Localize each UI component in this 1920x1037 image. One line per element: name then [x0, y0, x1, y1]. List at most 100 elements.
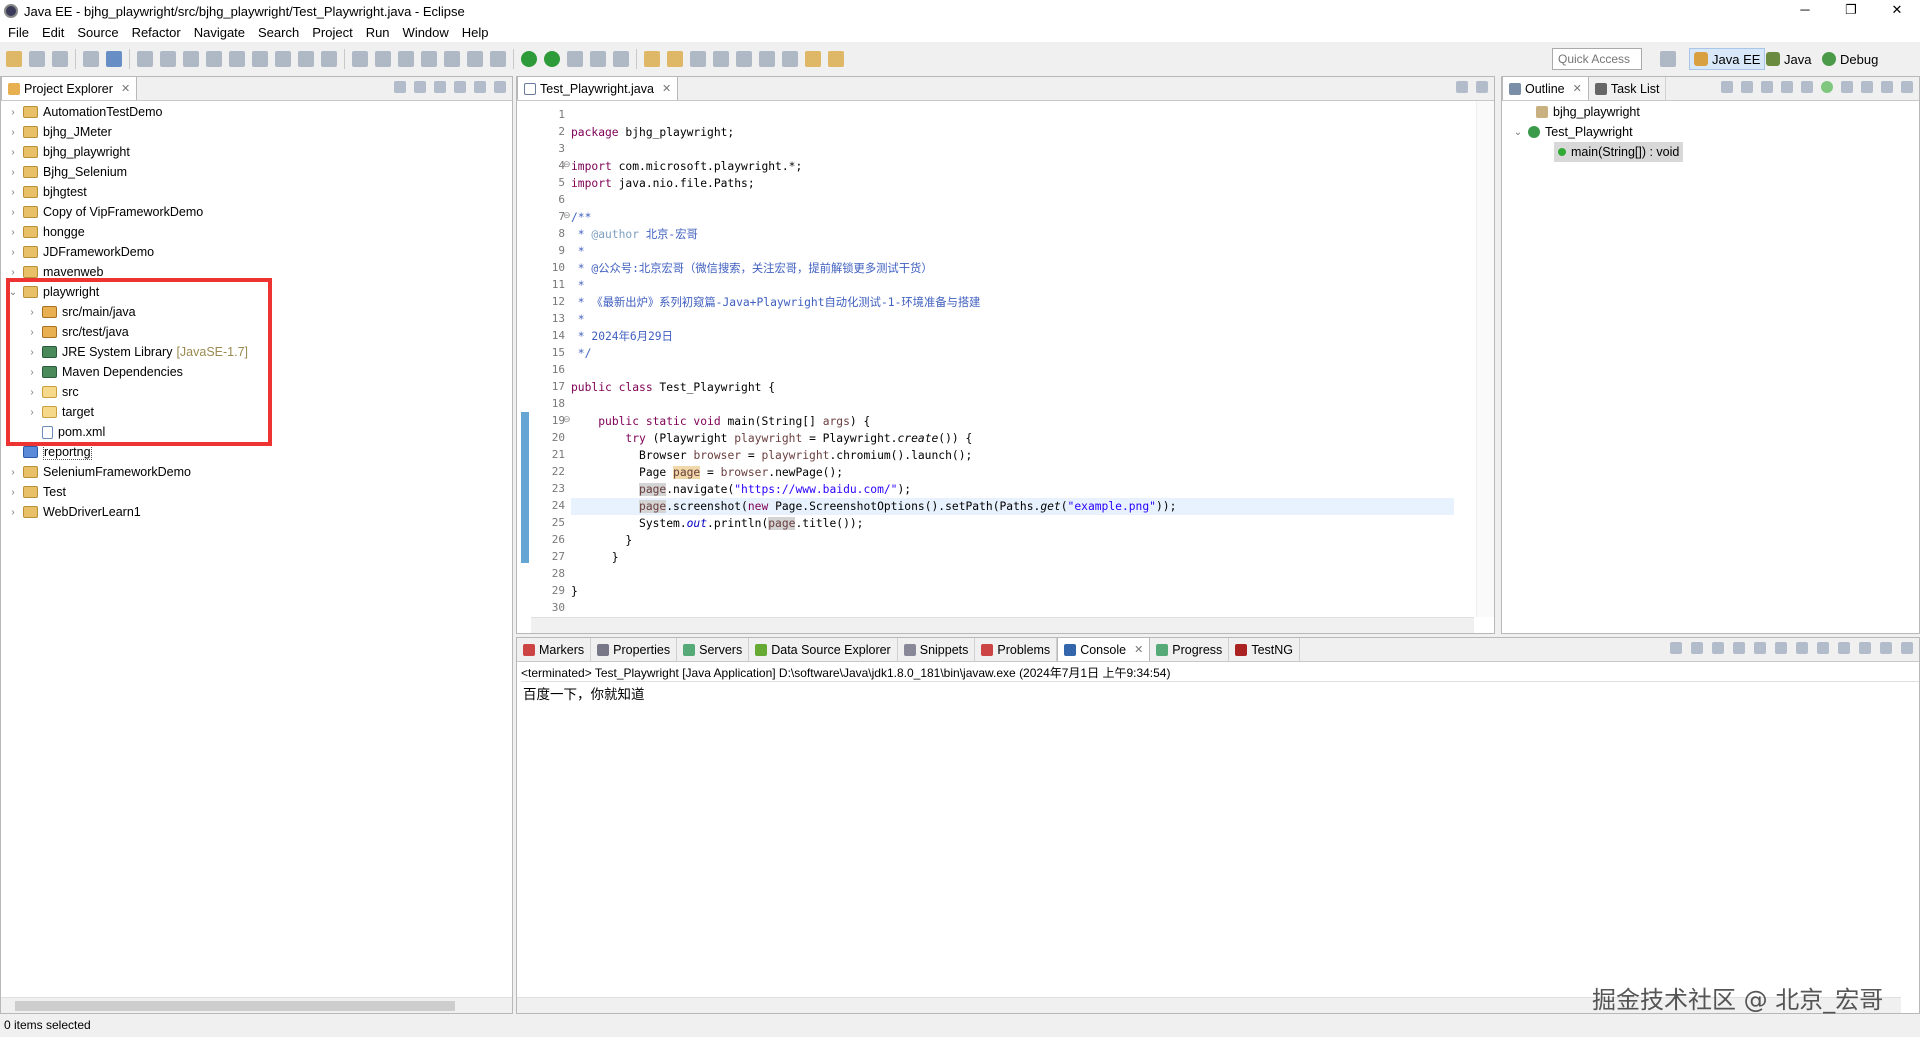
globe-icon[interactable] — [713, 51, 729, 67]
scrollbar-thumb[interactable] — [15, 1001, 455, 1011]
code-line[interactable]: * 《最新出炉》系列初窥篇-Java+Playwright自动化测试-1-环境准… — [571, 294, 981, 311]
pencil-icon[interactable] — [421, 51, 437, 67]
code-line[interactable]: public class Test_Playwright { — [571, 379, 775, 396]
new-class-icon[interactable] — [613, 51, 629, 67]
word-wrap-icon[interactable] — [1754, 642, 1766, 654]
code-line[interactable]: } — [571, 549, 619, 566]
fold-collapse-icon[interactable]: ⊖ — [563, 414, 571, 425]
code-line[interactable]: /** — [571, 209, 591, 226]
chevron-right-icon[interactable]: › — [7, 227, 19, 238]
terminate-icon[interactable] — [1670, 642, 1682, 654]
collapse-all-icon[interactable] — [394, 81, 406, 93]
chevron-right-icon[interactable]: › — [7, 247, 19, 258]
console-output[interactable]: 百度一下，你就知道 — [523, 683, 645, 703]
chevron-right-icon[interactable]: › — [7, 187, 19, 198]
tab-outline[interactable]: Outline ✕ — [1502, 76, 1589, 100]
open-perspective-icon[interactable] — [1657, 48, 1679, 70]
minimize-view-icon[interactable] — [1456, 81, 1468, 93]
sort-icon[interactable] — [1761, 81, 1773, 93]
menu-source[interactable]: Source — [77, 25, 118, 40]
forward-icon[interactable] — [828, 51, 844, 67]
code-line[interactable]: * — [571, 243, 585, 260]
drop-frame-icon[interactable] — [321, 51, 337, 67]
menu-refactor[interactable]: Refactor — [132, 25, 181, 40]
maximize-view-icon[interactable] — [1901, 642, 1913, 654]
tree-item[interactable]: › Copy of VipFrameworkDemo — [7, 202, 203, 222]
code-line[interactable]: } — [571, 583, 578, 600]
tree-item[interactable]: › AutomationTestDemo — [7, 102, 162, 122]
editor-horizontal-scrollbar[interactable] — [531, 617, 1474, 633]
use-step-filters-icon[interactable] — [352, 51, 368, 67]
terminate-icon[interactable] — [206, 51, 222, 67]
filter-icon[interactable] — [434, 81, 446, 93]
chevron-right-icon[interactable]: › — [7, 467, 19, 478]
tab-test-playwright-java[interactable]: Test_Playwright.java ✕ — [517, 76, 679, 100]
resume-icon[interactable] — [160, 51, 176, 67]
show-on-stdout-icon[interactable] — [1775, 642, 1787, 654]
code-area[interactable]: 1 2 package bjhg_playwright; 3 4 ⊖ import com.… — [531, 103, 1474, 614]
chevron-right-icon[interactable]: › — [7, 507, 19, 518]
code-line[interactable]: System.out.println(page.title()); — [571, 515, 863, 532]
collapse-all-icon[interactable] — [1741, 81, 1753, 93]
save-all-icon[interactable] — [52, 51, 68, 67]
tree-item[interactable]: › bjhg_JMeter — [7, 122, 111, 142]
tree-item[interactable]: › JDFrameworkDemo — [7, 242, 154, 262]
tab-project-explorer[interactable]: Project Explorer ✕ — [1, 76, 138, 100]
block-selection-icon[interactable] — [467, 51, 483, 67]
tab-console[interactable]: Console ✕ — [1057, 637, 1151, 661]
run-icon[interactable] — [544, 51, 560, 67]
hide-local-types-icon[interactable] — [1841, 81, 1853, 93]
code-line[interactable]: Page page = browser.newPage(); — [571, 464, 843, 481]
tab-task-list[interactable]: Task List — [1589, 77, 1667, 100]
hide-nonpublic-icon[interactable] — [1821, 81, 1833, 93]
step-return-icon[interactable] — [298, 51, 314, 67]
code-line[interactable]: try (Playwright playwright = Playwright.… — [571, 430, 972, 447]
close-tab-icon[interactable]: ✕ — [1573, 82, 1582, 95]
code-line[interactable]: package bjhg_playwright; — [571, 124, 734, 141]
minimize-button[interactable]: ─ — [1782, 0, 1828, 22]
close-tab-icon[interactable]: ✕ — [1134, 643, 1143, 656]
chevron-right-icon[interactable]: › — [7, 147, 19, 158]
tab-problems[interactable]: Problems — [975, 638, 1058, 661]
chevron-right-icon[interactable]: › — [7, 167, 19, 178]
minimize-view-icon[interactable] — [1880, 642, 1892, 654]
outline-item-package[interactable]: bjhg_playwright — [1532, 102, 1640, 122]
skip-breakpoints-icon[interactable] — [137, 51, 153, 67]
code-line[interactable]: } — [571, 532, 632, 549]
tree-item[interactable]: › hongge — [7, 222, 84, 242]
display-console-icon[interactable] — [1838, 642, 1850, 654]
perspective-java[interactable]: Java — [1762, 48, 1815, 70]
back-icon[interactable] — [805, 51, 821, 67]
tree-item[interactable]: › bjhgtest — [7, 182, 86, 202]
chevron-down-icon[interactable]: ⌄ — [1512, 127, 1524, 138]
chevron-right-icon[interactable]: › — [7, 207, 19, 218]
close-tab-icon[interactable]: ✕ — [121, 82, 130, 95]
open-task-icon[interactable] — [667, 51, 683, 67]
link-with-editor-icon[interactable] — [414, 81, 426, 93]
code-line[interactable]: * @author 北京-宏哥 — [571, 226, 698, 243]
show-on-stderr-icon[interactable] — [1796, 642, 1808, 654]
code-line[interactable]: * — [571, 277, 585, 294]
step-into-icon[interactable] — [252, 51, 268, 67]
menu-navigate[interactable]: Navigate — [194, 25, 245, 40]
quick-access-input[interactable] — [1552, 48, 1642, 70]
chevron-right-icon[interactable]: › — [7, 107, 19, 118]
suspend-icon[interactable] — [183, 51, 199, 67]
chevron-right-icon[interactable]: › — [7, 127, 19, 138]
maximize-view-icon[interactable] — [1476, 81, 1488, 93]
tab-snippets[interactable]: Snippets — [898, 638, 976, 661]
annotation-icon[interactable] — [759, 51, 775, 67]
editor-vertical-scrollbar[interactable] — [1476, 101, 1494, 617]
menu-window[interactable]: Window — [403, 25, 449, 40]
binary-icon[interactable] — [83, 51, 99, 67]
mark-occurrences-icon[interactable] — [444, 51, 460, 67]
fold-collapse-icon[interactable]: ⊖ — [563, 159, 571, 170]
tab-properties[interactable]: Properties — [591, 638, 678, 661]
tree-item[interactable]: › WebDriverLearn1 — [7, 502, 140, 522]
code-line[interactable]: */ — [571, 345, 592, 362]
remove-launch-icon[interactable] — [1691, 642, 1703, 654]
menu-file[interactable]: File — [8, 25, 29, 40]
remove-all-icon[interactable] — [1712, 642, 1724, 654]
tree-item[interactable]: › bjhg_playwright — [7, 142, 130, 162]
menu-run[interactable]: Run — [366, 25, 390, 40]
